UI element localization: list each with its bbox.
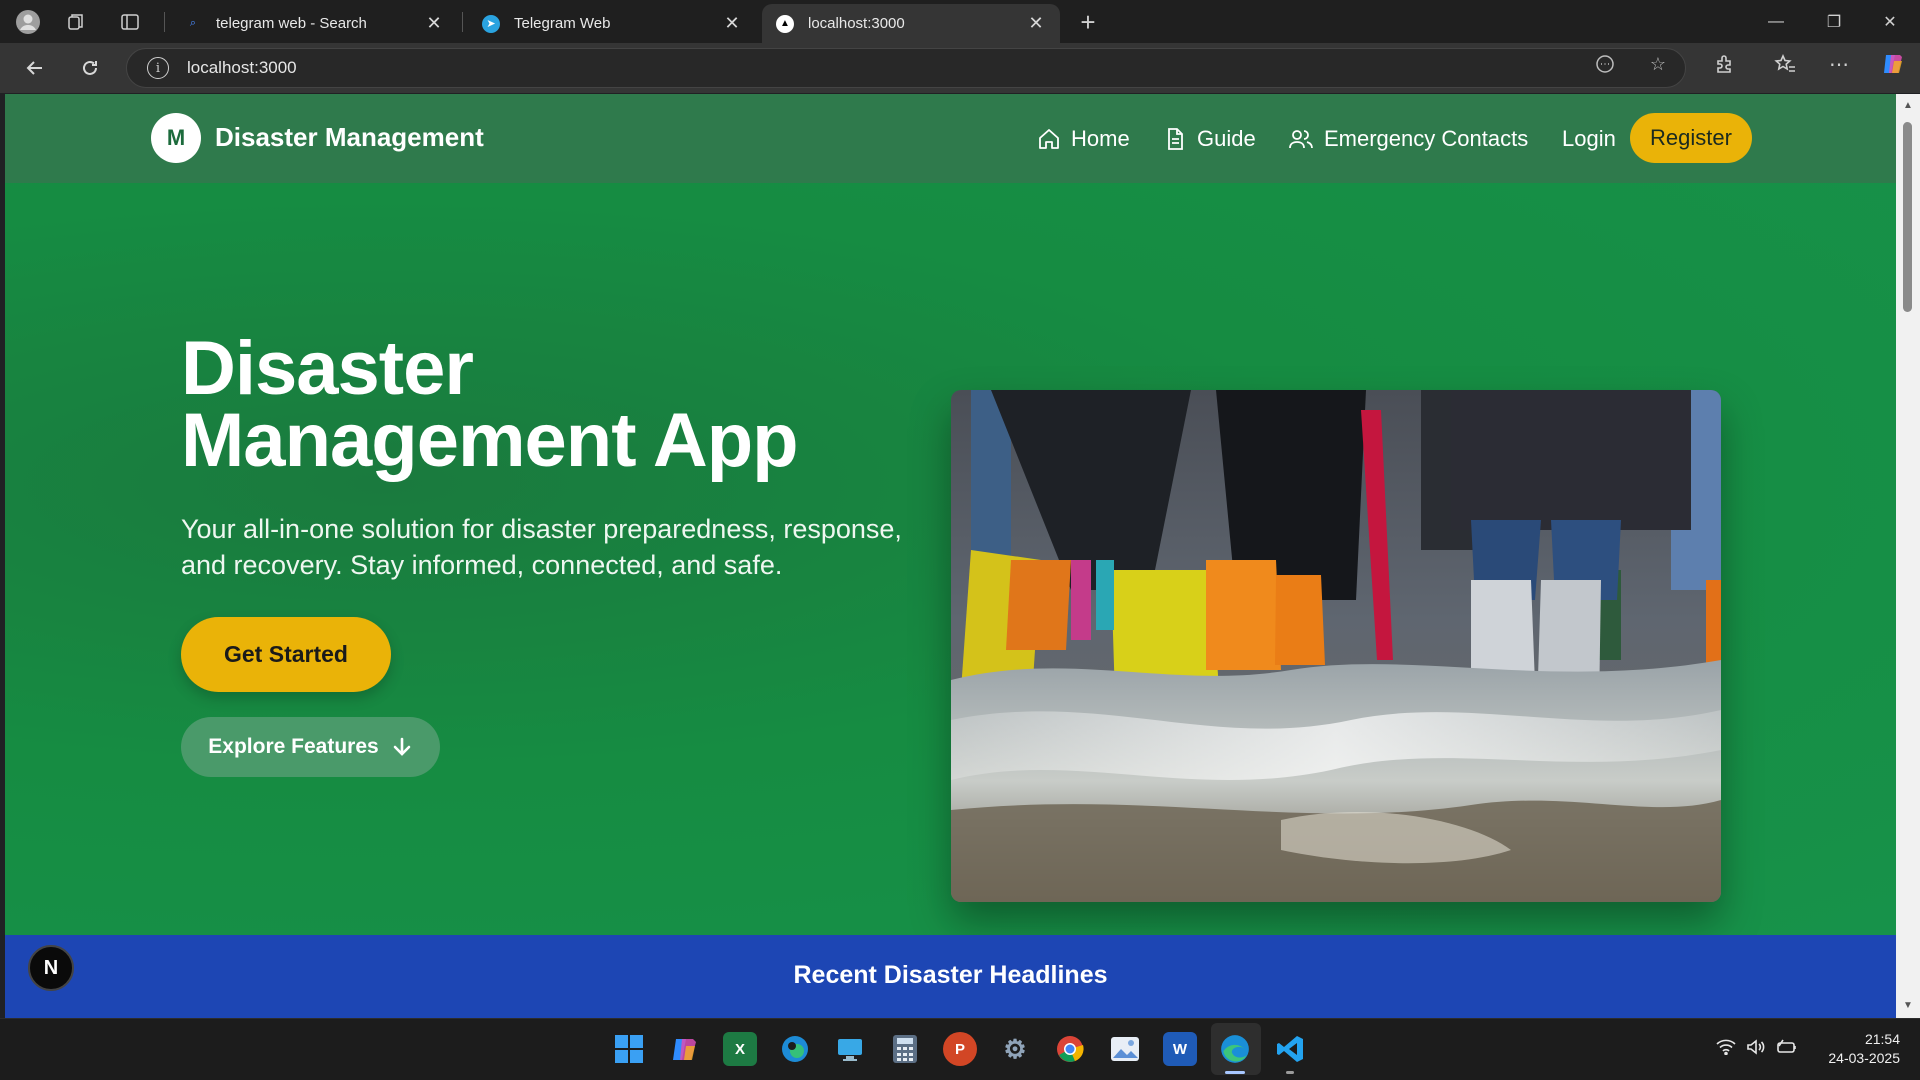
chrome-icon[interactable] bbox=[1053, 1032, 1087, 1066]
copilot-app-icon[interactable] bbox=[668, 1032, 702, 1066]
edge-icon[interactable] bbox=[1218, 1032, 1252, 1066]
vertical-tabs-icon[interactable] bbox=[116, 8, 144, 36]
photos-icon[interactable] bbox=[1108, 1032, 1142, 1066]
scrollbar-thumb[interactable] bbox=[1903, 122, 1912, 312]
site-brand[interactable]: Disaster Management bbox=[215, 122, 484, 153]
nav-home[interactable]: Home bbox=[1037, 118, 1130, 160]
powerpoint-icon[interactable]: P bbox=[943, 1032, 977, 1066]
restore-icon[interactable]: ❐ bbox=[1806, 0, 1862, 43]
browser-toolbar: i localhost:3000 ☆ ⋯ bbox=[0, 43, 1920, 93]
nav-guide[interactable]: Guide bbox=[1163, 118, 1256, 160]
nav-contacts-label: Emergency Contacts bbox=[1324, 126, 1529, 151]
address-url[interactable]: localhost:3000 bbox=[187, 58, 297, 78]
volume-icon[interactable] bbox=[1746, 1039, 1766, 1060]
wifi-icon[interactable] bbox=[1716, 1039, 1736, 1060]
tab-separator bbox=[164, 12, 165, 32]
close-window-icon[interactable]: ✕ bbox=[1862, 0, 1918, 43]
edge-running-indicator bbox=[1225, 1071, 1245, 1074]
battery-icon[interactable] bbox=[1776, 1039, 1798, 1060]
nav-emergency-contacts[interactable]: Emergency Contacts bbox=[1288, 118, 1528, 160]
favorites-list-icon[interactable] bbox=[1772, 51, 1798, 77]
vscode-running-indicator bbox=[1286, 1071, 1294, 1074]
nextjs-dev-indicator[interactable]: N bbox=[28, 945, 74, 991]
hero-title-line2: Management App bbox=[181, 398, 799, 483]
tab-title: Telegram Web bbox=[514, 15, 611, 32]
extensions-icon[interactable] bbox=[1712, 51, 1738, 77]
edge-dev-icon[interactable] bbox=[778, 1032, 812, 1066]
site-logo[interactable]: M bbox=[151, 113, 201, 163]
clock-date: 24-03-2025 bbox=[1828, 1050, 1900, 1066]
clock-time: 21:54 bbox=[1864, 1031, 1900, 1047]
close-tab-icon[interactable]: ✕ bbox=[424, 13, 444, 34]
tab-title: localhost:3000 bbox=[808, 15, 905, 32]
scroll-down-icon[interactable]: ▼ bbox=[1902, 1000, 1914, 1012]
address-bar[interactable]: i localhost:3000 bbox=[126, 48, 1686, 88]
register-button[interactable]: Register bbox=[1630, 113, 1752, 163]
hero-section: Disaster Management App Your all-in-one … bbox=[5, 183, 1896, 935]
word-icon[interactable]: W bbox=[1163, 1032, 1197, 1066]
minimize-icon[interactable]: — bbox=[1748, 0, 1804, 43]
search-favicon-icon: ⌕ bbox=[189, 17, 197, 29]
vscode-icon[interactable] bbox=[1273, 1032, 1307, 1066]
windows-start-icon[interactable] bbox=[612, 1032, 646, 1066]
users-icon bbox=[1289, 130, 1313, 149]
flood-hero-image bbox=[951, 390, 1721, 902]
windows-taskbar: X P ⚙ W 21:54 24-03-2025 bbox=[0, 1018, 1920, 1080]
taskbar-clock[interactable]: 21:54 24-03-2025 bbox=[1800, 1030, 1900, 1068]
more-menu-icon[interactable]: ⋯ bbox=[1826, 51, 1852, 77]
tab-separator bbox=[462, 12, 463, 32]
site-header: M Disaster Management Home Guide Emergen… bbox=[5, 94, 1896, 183]
site-info-icon[interactable]: i bbox=[147, 57, 169, 79]
tab-telegram-web[interactable]: ➤ Telegram Web ✕ bbox=[468, 4, 756, 43]
tab-telegram-search[interactable]: ⌕ telegram web - Search ✕ bbox=[170, 4, 458, 43]
nav-login[interactable]: Login bbox=[1562, 118, 1616, 160]
headlines-section: Recent Disaster Headlines bbox=[5, 935, 1896, 1018]
nav-home-label: Home bbox=[1071, 126, 1130, 151]
page-viewport: M Disaster Management Home Guide Emergen… bbox=[5, 94, 1896, 1018]
explore-features-label: Explore Features bbox=[208, 735, 379, 758]
close-tab-icon[interactable]: ✕ bbox=[1026, 13, 1046, 34]
settings-gear-icon[interactable]: ⚙ bbox=[998, 1032, 1032, 1066]
scroll-up-icon[interactable]: ▲ bbox=[1902, 100, 1914, 112]
hero-title: Disaster Management App bbox=[181, 331, 941, 479]
tab-localhost[interactable]: ▲ localhost:3000 ✕ bbox=[762, 4, 1060, 43]
hero-subtitle: Your all-in-one solution for disaster pr… bbox=[181, 514, 902, 580]
page-scrollbar[interactable]: ▲ ▼ bbox=[1896, 94, 1920, 1018]
excel-icon[interactable]: X bbox=[723, 1032, 757, 1066]
nav-login-label: Login bbox=[1562, 126, 1616, 151]
nextjs-favicon-icon: ▲ bbox=[776, 14, 794, 33]
home-icon bbox=[1039, 129, 1059, 149]
back-arrow-icon[interactable] bbox=[20, 53, 50, 83]
explore-features-button[interactable]: Explore Features bbox=[181, 717, 440, 777]
workspaces-icon[interactable] bbox=[62, 8, 90, 36]
get-started-button[interactable]: Get Started bbox=[181, 617, 391, 692]
tab-title: telegram web - Search bbox=[216, 15, 367, 32]
new-tab-button[interactable]: + bbox=[1074, 7, 1102, 37]
document-icon bbox=[1168, 128, 1183, 150]
arrow-down-icon bbox=[393, 737, 411, 756]
reading-mode-icon[interactable] bbox=[1592, 51, 1618, 77]
refresh-icon[interactable] bbox=[75, 53, 105, 83]
remote-desktop-icon[interactable] bbox=[833, 1032, 867, 1066]
nav-guide-label: Guide bbox=[1197, 126, 1256, 151]
profile-icon[interactable] bbox=[14, 8, 42, 36]
close-tab-icon[interactable]: ✕ bbox=[722, 13, 742, 34]
copilot-icon[interactable] bbox=[1880, 51, 1906, 77]
browser-tab-bar: ⌕ telegram web - Search ✕ ➤ Telegram Web… bbox=[0, 0, 1920, 43]
headlines-title: Recent Disaster Headlines bbox=[793, 961, 1108, 989]
telegram-favicon-icon: ➤ bbox=[482, 14, 500, 33]
favorite-star-icon[interactable]: ☆ bbox=[1645, 51, 1671, 77]
calculator-icon[interactable] bbox=[888, 1032, 922, 1066]
